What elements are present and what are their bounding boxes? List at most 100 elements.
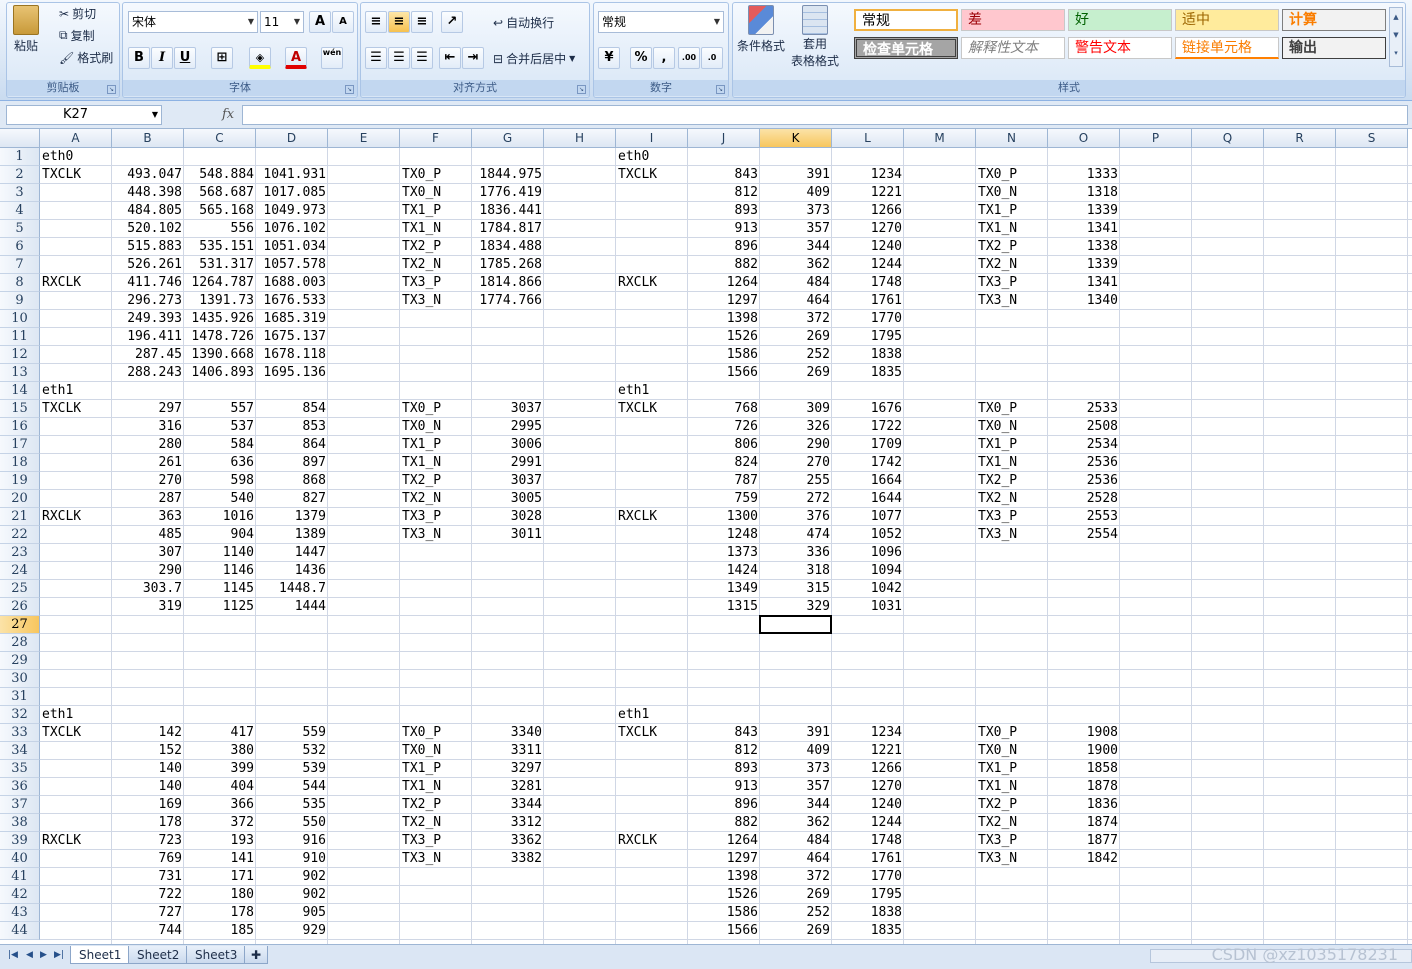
column-header-k[interactable]: K [760,129,832,148]
column-header-i[interactable]: I [616,129,688,148]
cell-l7[interactable]: 1244 [832,256,904,274]
cell-g21[interactable]: 3028 [472,508,544,526]
cell-c39[interactable]: 193 [184,832,256,850]
cell-i33[interactable]: TXCLK [616,724,688,742]
cell-d7[interactable]: 1057.578 [256,256,328,274]
cell-f16[interactable]: TX0_N [400,418,472,436]
cell-l15[interactable]: 1676 [832,400,904,418]
cell-f5[interactable]: TX1_N [400,220,472,238]
row-header-20[interactable]: 20 [0,490,40,508]
cell-j20[interactable]: 759 [688,490,760,508]
cell-f35[interactable]: TX1_P [400,760,472,778]
cell-a32[interactable]: eth1 [40,706,112,724]
cell-k34[interactable]: 409 [760,742,832,760]
cell-f37[interactable]: TX2_P [400,796,472,814]
cell-d8[interactable]: 1688.003 [256,274,328,292]
cell-j15[interactable]: 768 [688,400,760,418]
cell-b26[interactable]: 319 [112,598,184,616]
merge-center-button[interactable]: ⊟ 合并后居中 ▼ [493,50,575,67]
cell-g6[interactable]: 1834.488 [472,238,544,256]
cell-g19[interactable]: 3037 [472,472,544,490]
cell-j35[interactable]: 893 [688,760,760,778]
cell-k10[interactable]: 372 [760,310,832,328]
cell-i39[interactable]: RXCLK [616,832,688,850]
row-header-17[interactable]: 17 [0,436,40,454]
style-linked-cell[interactable]: 链接单元格 [1175,37,1279,59]
cell-f6[interactable]: TX2_P [400,238,472,256]
cell-n18[interactable]: TX1_N [976,454,1048,472]
cell-c5[interactable]: 556 [184,220,256,238]
cell-l17[interactable]: 1709 [832,436,904,454]
cell-g36[interactable]: 3281 [472,778,544,796]
cell-j12[interactable]: 1586 [688,346,760,364]
row-header-9[interactable]: 9 [0,292,40,310]
column-header-m[interactable]: M [904,129,976,148]
cell-j4[interactable]: 893 [688,202,760,220]
cell-k42[interactable]: 269 [760,886,832,904]
cell-c11[interactable]: 1478.726 [184,328,256,346]
cell-l24[interactable]: 1094 [832,562,904,580]
cell-d19[interactable]: 868 [256,472,328,490]
percent-button[interactable]: % [630,47,652,69]
cell-d22[interactable]: 1389 [256,526,328,544]
cell-a39[interactable]: RXCLK [40,832,112,850]
cell-c12[interactable]: 1390.668 [184,346,256,364]
cell-a33[interactable]: TXCLK [40,724,112,742]
cell-o17[interactable]: 2534 [1048,436,1120,454]
cell-f7[interactable]: TX2_N [400,256,472,274]
wrap-text-button[interactable]: ↩ 自动换行 [493,14,554,31]
cell-f40[interactable]: TX3_N [400,850,472,868]
cell-d40[interactable]: 910 [256,850,328,868]
cell-g40[interactable]: 3382 [472,850,544,868]
row-header-39[interactable]: 39 [0,832,40,850]
style-good[interactable]: 好 [1068,9,1172,31]
cell-d41[interactable]: 902 [256,868,328,886]
cell-l10[interactable]: 1770 [832,310,904,328]
cell-g39[interactable]: 3362 [472,832,544,850]
cell-g4[interactable]: 1836.441 [472,202,544,220]
cell-b7[interactable]: 526.261 [112,256,184,274]
cell-g15[interactable]: 3037 [472,400,544,418]
cell-o15[interactable]: 2533 [1048,400,1120,418]
cell-c6[interactable]: 535.151 [184,238,256,256]
cell-l13[interactable]: 1835 [832,364,904,382]
select-all-corner[interactable] [0,129,40,148]
cell-l33[interactable]: 1234 [832,724,904,742]
cell-l38[interactable]: 1244 [832,814,904,832]
dialog-launcher-icon[interactable]: ↘ [107,85,116,94]
cell-c33[interactable]: 417 [184,724,256,742]
cell-g35[interactable]: 3297 [472,760,544,778]
cell-i32[interactable]: eth1 [616,706,688,724]
cell-g2[interactable]: 1844.975 [472,166,544,184]
cell-k16[interactable]: 326 [760,418,832,436]
cell-j19[interactable]: 787 [688,472,760,490]
row-header-15[interactable]: 15 [0,400,40,418]
cell-k9[interactable]: 464 [760,292,832,310]
format-as-table-button[interactable]: 套用 表格格式 [791,5,839,69]
style-neutral[interactable]: 适中 [1175,9,1279,31]
cell-l5[interactable]: 1270 [832,220,904,238]
column-header-h[interactable]: H [544,129,616,148]
cell-n16[interactable]: TX0_N [976,418,1048,436]
cell-g20[interactable]: 3005 [472,490,544,508]
cell-n20[interactable]: TX2_N [976,490,1048,508]
cell-n3[interactable]: TX0_N [976,184,1048,202]
cell-l16[interactable]: 1722 [832,418,904,436]
cell-f39[interactable]: TX3_P [400,832,472,850]
cell-l42[interactable]: 1795 [832,886,904,904]
cell-j6[interactable]: 896 [688,238,760,256]
cell-a1[interactable]: eth0 [40,148,112,166]
cell-o21[interactable]: 2553 [1048,508,1120,526]
cell-b41[interactable]: 731 [112,868,184,886]
cell-k37[interactable]: 344 [760,796,832,814]
cell-o18[interactable]: 2536 [1048,454,1120,472]
cell-b8[interactable]: 411.746 [112,274,184,292]
cell-b12[interactable]: 287.45 [112,346,184,364]
format-painter-button[interactable]: 🖌 格式刷 [59,49,113,66]
cell-o36[interactable]: 1878 [1048,778,1120,796]
first-sheet-icon[interactable]: |◀ [8,950,18,960]
cell-k18[interactable]: 270 [760,454,832,472]
cell-b42[interactable]: 722 [112,886,184,904]
cell-n2[interactable]: TX0_P [976,166,1048,184]
bold-button[interactable]: B [128,47,150,69]
